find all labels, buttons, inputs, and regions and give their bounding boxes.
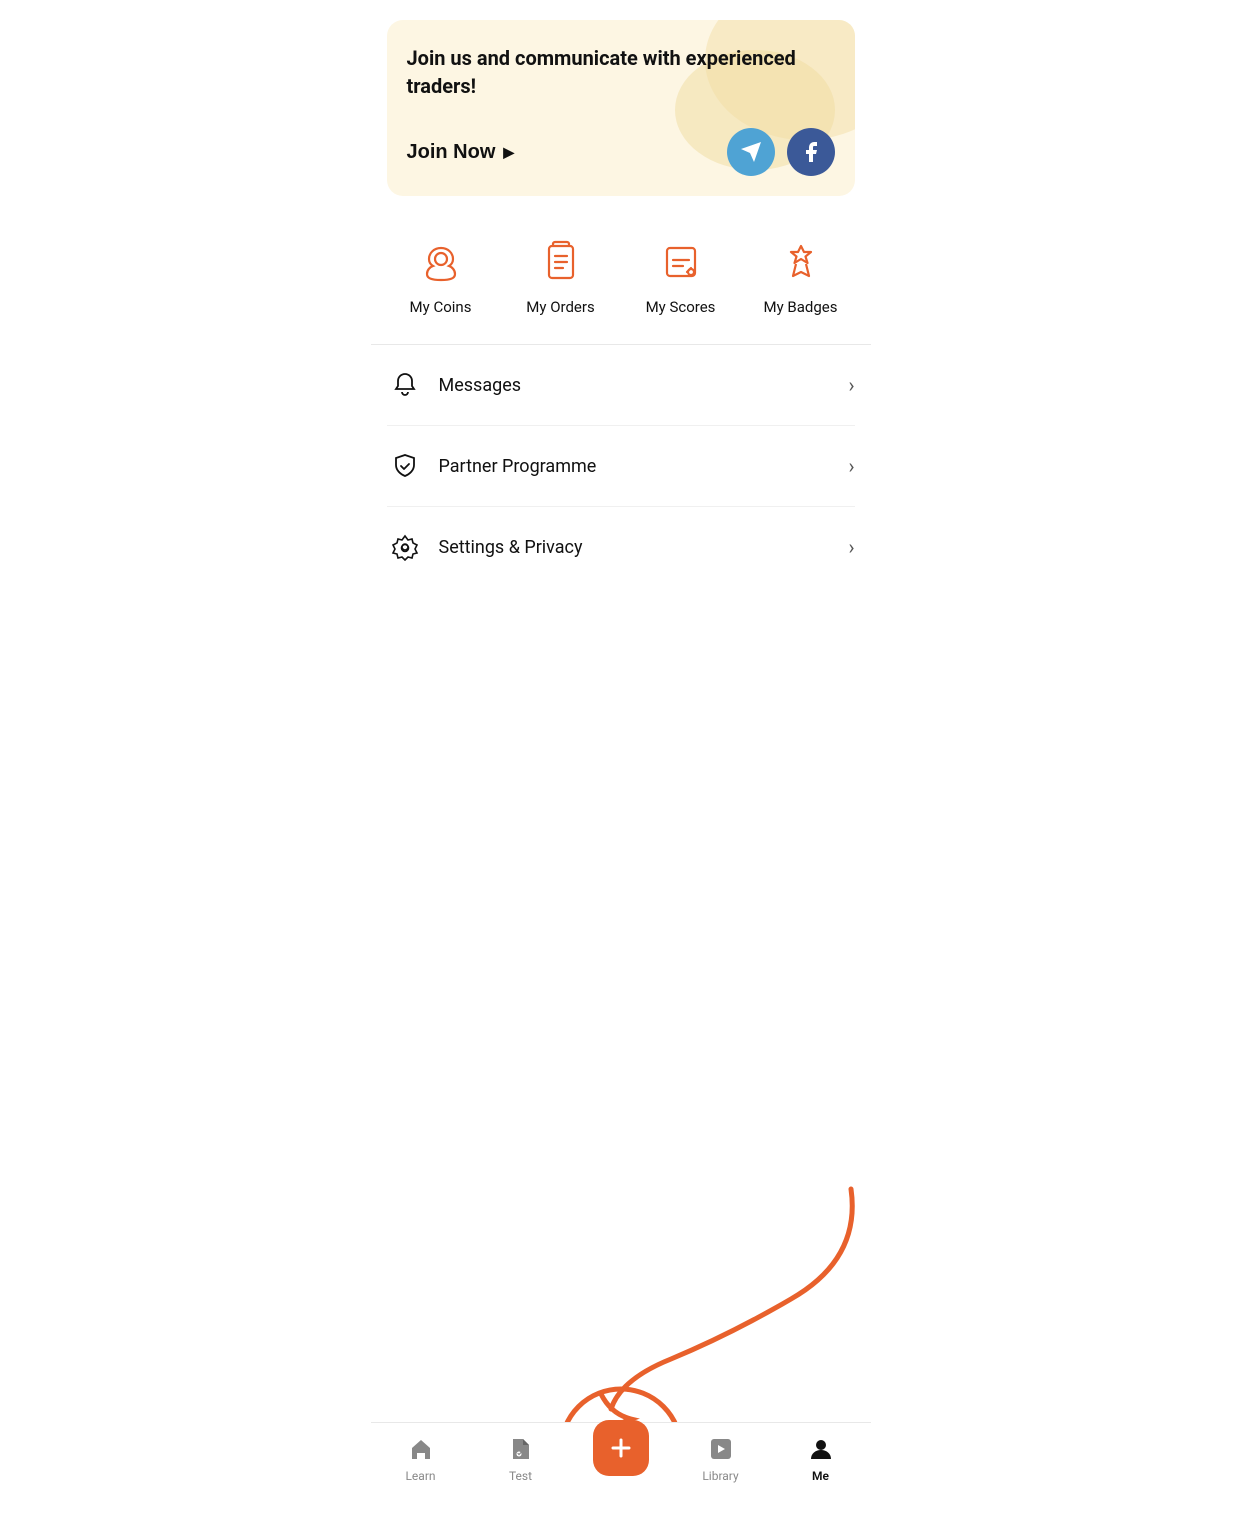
telegram-button[interactable] [727, 128, 775, 176]
orders-label: My Orders [526, 298, 594, 316]
menu-list: Messages › Partner Programme › Settings … [371, 345, 871, 587]
banner-title: Join us and communicate with experienced… [407, 44, 835, 100]
join-now-button[interactable]: Join Now ▶ [407, 141, 515, 164]
bottom-spacer [371, 587, 871, 667]
community-banner: Join us and communicate with experienced… [387, 20, 855, 196]
coins-label: My Coins [410, 298, 472, 316]
nav-test-label: Test [509, 1469, 532, 1483]
partner-arrow-icon: › [848, 454, 854, 478]
messages-arrow-icon: › [848, 373, 854, 397]
facebook-button[interactable] [787, 128, 835, 176]
badges-icon [775, 236, 827, 288]
person-icon [805, 1433, 837, 1465]
nav-learn[interactable]: Learn [371, 1433, 471, 1483]
join-now-label: Join Now [407, 141, 496, 164]
banner-bottom: Join Now ▶ [407, 128, 835, 176]
orders-icon [535, 236, 587, 288]
join-arrow-icon: ▶ [503, 144, 514, 161]
shield-check-icon [387, 448, 423, 484]
partner-label: Partner Programme [439, 456, 849, 477]
facebook-icon [799, 140, 823, 164]
nav-learn-label: Learn [405, 1469, 435, 1483]
nav-library[interactable]: Library [671, 1433, 771, 1483]
settings-label: Settings & Privacy [439, 537, 849, 558]
my-badges-action[interactable]: My Badges [741, 236, 861, 316]
test-icon [505, 1433, 537, 1465]
bell-icon [387, 367, 423, 403]
home-icon [405, 1433, 437, 1465]
messages-menu-item[interactable]: Messages › [387, 345, 855, 426]
badges-label: My Badges [764, 298, 838, 316]
settings-menu-item[interactable]: Settings & Privacy › [387, 507, 855, 587]
coins-icon [415, 236, 467, 288]
nav-me[interactable]: Me [771, 1433, 871, 1483]
my-scores-action[interactable]: My Scores [621, 236, 741, 316]
scores-label: My Scores [646, 298, 716, 316]
my-coins-action[interactable]: My Coins [381, 236, 501, 316]
nav-library-label: Library [702, 1469, 738, 1483]
library-icon [705, 1433, 737, 1465]
messages-label: Messages [439, 375, 849, 396]
scores-icon [655, 236, 707, 288]
nav-me-label: Me [812, 1469, 829, 1483]
settings-icon [387, 529, 423, 565]
settings-arrow-icon: › [848, 535, 854, 559]
telegram-icon [739, 140, 763, 164]
nav-add[interactable] [571, 1440, 671, 1476]
quick-actions-grid: My Coins My Orders My Scores [371, 216, 871, 336]
add-button[interactable] [593, 1420, 649, 1476]
bottom-navigation: Learn Test Library [371, 1422, 871, 1499]
social-icons-group [727, 128, 835, 176]
nav-test[interactable]: Test [471, 1433, 571, 1483]
plus-icon [607, 1434, 635, 1462]
partner-menu-item[interactable]: Partner Programme › [387, 426, 855, 507]
my-orders-action[interactable]: My Orders [501, 236, 621, 316]
